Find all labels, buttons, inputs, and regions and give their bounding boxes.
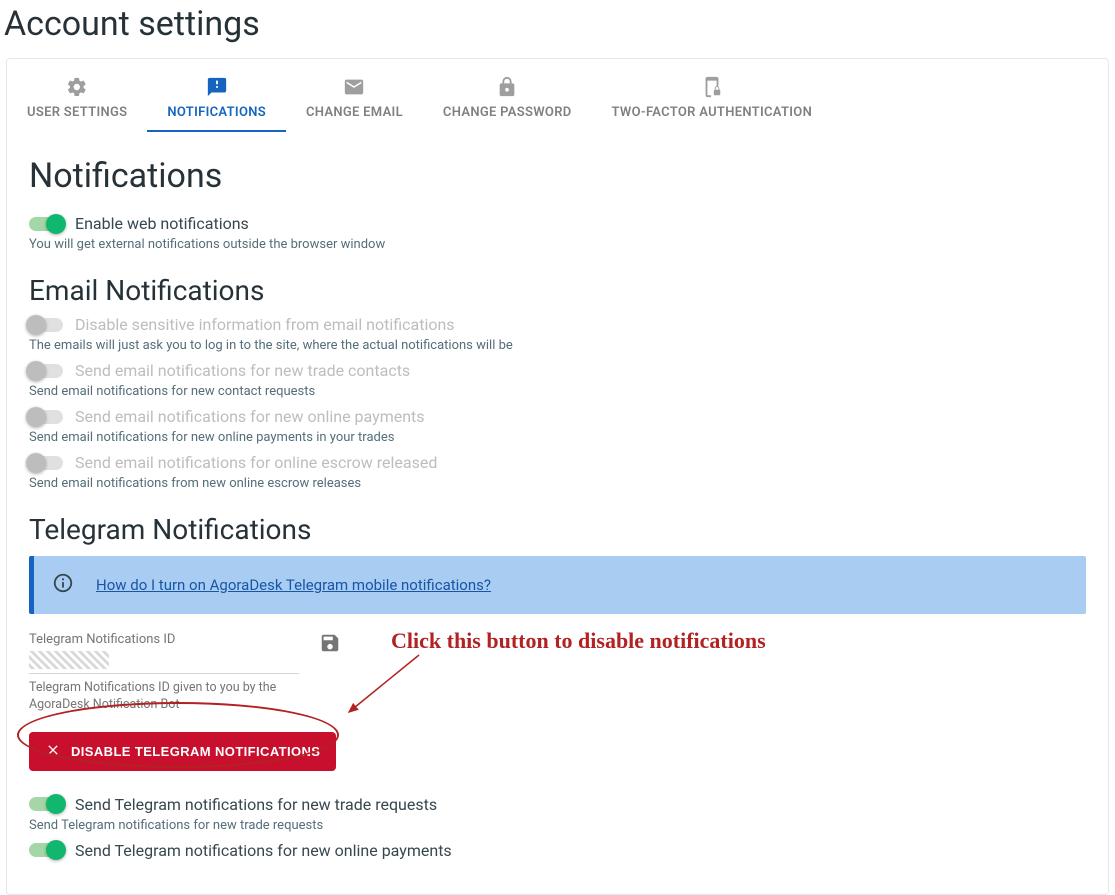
section-title-telegram: Telegram Notifications	[29, 513, 1086, 546]
toggle-label: Disable sensitive information from email…	[75, 315, 455, 334]
tab-user-settings[interactable]: USER SETTINGS	[7, 67, 147, 132]
toggle-email-trade-contacts[interactable]	[29, 364, 63, 378]
telegram-id-helper: Telegram Notifications ID given to you b…	[29, 680, 299, 714]
toggle-label: Send Telegram notifications for new trad…	[75, 795, 437, 814]
tab-label: USER SETTINGS	[27, 105, 127, 120]
tab-label: NOTIFICATIONS	[167, 105, 266, 120]
info-banner: How do I turn on AgoraDesk Telegram mobi…	[29, 556, 1086, 614]
save-icon[interactable]	[319, 632, 341, 658]
telegram-id-label: Telegram Notifications ID	[29, 632, 299, 647]
toggle-label: Send email notifications for new trade c…	[75, 361, 410, 380]
toggle-telegram-trade-requests[interactable]	[29, 797, 63, 811]
tab-two-factor[interactable]: TWO-FACTOR AUTHENTICATION	[592, 67, 833, 132]
toggle-email-escrow-released[interactable]	[29, 456, 63, 470]
toggle-label: Send email notifications for new online …	[75, 407, 425, 426]
toggle-telegram-online-payments[interactable]	[29, 843, 63, 857]
section-title-notifications: Notifications	[29, 156, 1086, 196]
tab-notifications[interactable]: NOTIFICATIONS	[147, 67, 286, 132]
toggle-label: Send email notifications for online escr…	[75, 453, 437, 472]
toggle-label: Send Telegram notifications for new onli…	[75, 841, 452, 860]
close-icon	[45, 742, 61, 761]
tab-change-password[interactable]: CHANGE PASSWORD	[423, 67, 592, 132]
chat-alert-icon	[206, 75, 228, 99]
email-icon	[343, 75, 365, 99]
annotation-text: Click this button to disable notificatio…	[391, 628, 766, 654]
toggle-web-notifications[interactable]	[29, 217, 63, 231]
helper-text: You will get external notifications outs…	[29, 237, 1086, 252]
telegram-id-field[interactable]	[29, 651, 109, 669]
helper-text: Send Telegram notifications for new trad…	[29, 818, 1086, 833]
tab-change-email[interactable]: CHANGE EMAIL	[286, 67, 423, 132]
helper-text: The emails will just ask you to log in t…	[29, 338, 1086, 353]
lock-icon	[496, 75, 518, 99]
page-title: Account settings	[0, 0, 1115, 58]
settings-panel: USER SETTINGS NOTIFICATIONS CHANGE EMAIL…	[6, 58, 1109, 895]
toggle-email-disable-sensitive[interactable]	[29, 318, 63, 332]
tab-label: TWO-FACTOR AUTHENTICATION	[612, 105, 813, 120]
tab-label: CHANGE PASSWORD	[443, 105, 572, 120]
toggle-email-online-payments[interactable]	[29, 410, 63, 424]
helper-text: Send email notifications for new contact…	[29, 384, 1086, 399]
helper-text: Send email notifications from new online…	[29, 476, 1086, 491]
info-banner-link[interactable]: How do I turn on AgoraDesk Telegram mobi…	[96, 576, 491, 594]
disable-telegram-button-label: DISABLE TELEGRAM NOTIFICATIONS	[71, 744, 320, 759]
phone-lock-icon	[701, 75, 723, 99]
toggle-label: Enable web notifications	[75, 214, 249, 233]
info-icon	[52, 572, 74, 598]
helper-text: Send email notifications for new online …	[29, 430, 1086, 445]
content-area: Notifications Enable web notifications Y…	[7, 132, 1108, 860]
gear-icon	[66, 75, 88, 99]
tabs-bar: USER SETTINGS NOTIFICATIONS CHANGE EMAIL…	[7, 59, 1108, 132]
section-title-email: Email Notifications	[29, 274, 1086, 307]
disable-telegram-button[interactable]: DISABLE TELEGRAM NOTIFICATIONS	[29, 732, 336, 771]
tab-label: CHANGE EMAIL	[306, 105, 403, 120]
